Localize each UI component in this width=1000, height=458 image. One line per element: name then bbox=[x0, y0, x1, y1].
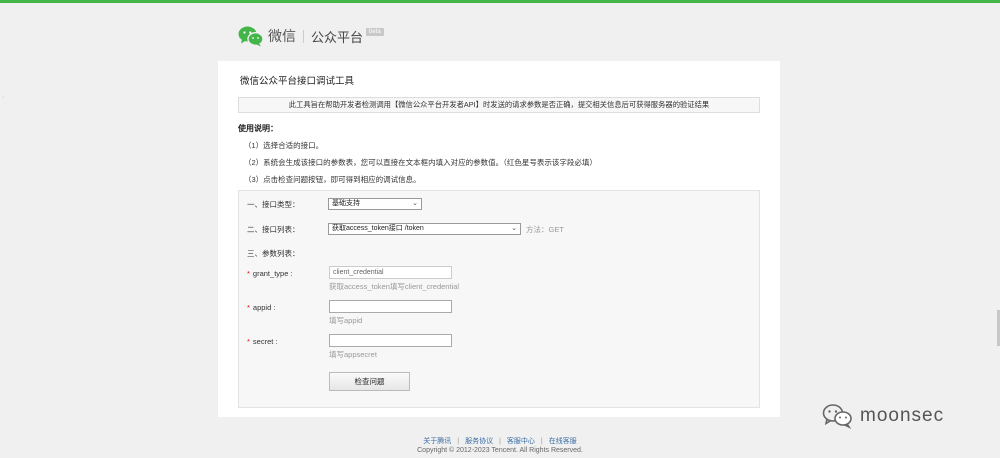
secret-hint: 填写appsecret bbox=[329, 350, 377, 359]
check-problem-button[interactable]: 检查问题 bbox=[329, 372, 410, 391]
appid-hint: 填写appid bbox=[329, 316, 363, 325]
method-text: 方法：GET bbox=[526, 225, 564, 234]
interface-list-select[interactable]: 获取access_token接口 /token ⌄ bbox=[328, 223, 521, 235]
footer-divider: | bbox=[457, 438, 460, 445]
page-title: 微信公众平台接口调试工具 bbox=[240, 76, 355, 87]
chevron-down-icon: ⌄ bbox=[511, 225, 517, 232]
wechat-outline-icon bbox=[822, 404, 852, 429]
required-mark: * bbox=[247, 269, 250, 278]
wechat-mp-logo[interactable]: 微信 公众平台 beta bbox=[238, 23, 384, 49]
required-mark: * bbox=[247, 303, 250, 312]
wechat-logo-icon bbox=[238, 26, 264, 47]
footer-divider: | bbox=[499, 438, 501, 445]
footer-links: 关于腾讯 | 服务协议 | 客服中心 | 在线客服 bbox=[0, 436, 1000, 446]
param-label-text: grant_type : bbox=[252, 269, 293, 278]
usage-title: 使用说明： bbox=[238, 124, 278, 133]
footer-link-online-service[interactable]: 在线客服 bbox=[549, 438, 577, 445]
param-label-text: appid : bbox=[252, 303, 276, 312]
params-label: 三、参数列表： bbox=[247, 249, 300, 258]
param-label-secret: * secret : bbox=[247, 337, 278, 346]
footer-divider: | bbox=[540, 438, 543, 445]
interface-list-label: 二、接口列表： bbox=[247, 225, 300, 234]
usage-item: （3）点击检查问题按钮，即可得到相应的调试信息。 bbox=[244, 175, 421, 184]
debug-form-panel: 一、接口类型： 基础支持 ⌄ 二、接口列表： 获取access_token接口 … bbox=[238, 190, 760, 408]
logo-name: 微信 bbox=[268, 28, 296, 44]
secret-input[interactable] bbox=[329, 334, 452, 347]
platform-name: 公众平台 bbox=[311, 29, 364, 45]
top-header: 微信 公众平台 beta bbox=[0, 0, 1000, 60]
watermark-text: moonsec bbox=[860, 405, 945, 426]
param-label-grant-type: * grant_type : bbox=[247, 269, 293, 278]
beta-badge: beta bbox=[366, 28, 384, 36]
grant-type-input[interactable]: client_credential bbox=[329, 266, 452, 279]
footer-link-terms[interactable]: 服务协议 bbox=[465, 438, 493, 445]
copyright-text: Copyright © 2012-2023 Tencent. All Right… bbox=[417, 447, 583, 454]
param-label-text: secret : bbox=[252, 337, 278, 346]
main-card: 微信公众平台接口调试工具 此工具旨在帮助开发者检测调用【微信公众平台开发者API… bbox=[218, 61, 780, 417]
logo-separator bbox=[303, 29, 304, 43]
chevron-down-icon: ⌄ bbox=[412, 200, 418, 207]
interface-list-value: 获取access_token接口 /token bbox=[332, 225, 424, 232]
watermark: moonsec bbox=[822, 403, 944, 429]
interface-type-label: 一、接口类型： bbox=[247, 200, 300, 209]
left-edge-mark: · bbox=[2, 94, 5, 101]
notice-box: 此工具旨在帮助开发者检测调用【微信公众平台开发者API】时发送的请求参数是否正确… bbox=[238, 97, 760, 113]
footer-link-about[interactable]: 关于腾讯 bbox=[423, 438, 451, 445]
param-label-appid: * appid : bbox=[247, 303, 275, 312]
footer-link-help[interactable]: 客服中心 bbox=[507, 438, 535, 445]
interface-type-value: 基础支持 bbox=[332, 200, 360, 207]
usage-item: （1）选择合适的接口。 bbox=[244, 141, 324, 150]
interface-type-select[interactable]: 基础支持 ⌄ bbox=[328, 198, 422, 210]
usage-item: （2）系统会生成该接口的参数表，您可以直接在文本框内填入对应的参数值。（红色星号… bbox=[244, 158, 597, 167]
appid-input[interactable] bbox=[329, 300, 452, 313]
grant-type-hint: 获取access_token填写client_credential bbox=[329, 282, 460, 291]
required-mark: * bbox=[247, 337, 250, 346]
